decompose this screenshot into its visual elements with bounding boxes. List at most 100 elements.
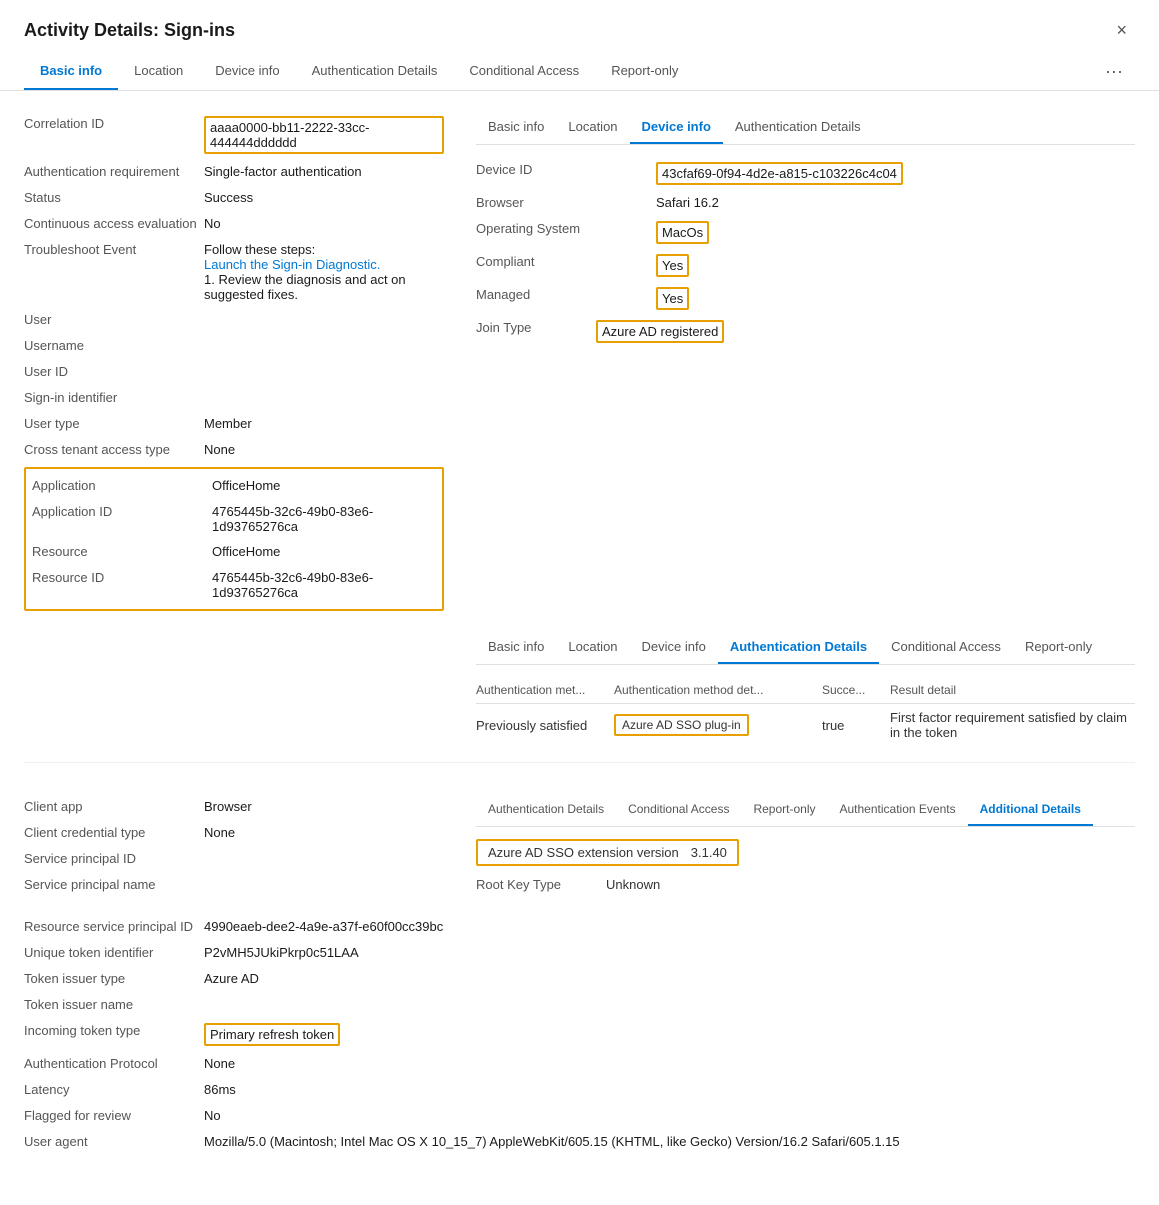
auth-tab-device[interactable]: Device info (630, 631, 718, 664)
auth-tab-report[interactable]: Report-only (1013, 631, 1104, 664)
row-auth-requirement: Authentication requirement Single-factor… (24, 159, 444, 185)
more-options[interactable]: ··· (1093, 53, 1135, 90)
auth-tab-conditional[interactable]: Conditional Access (879, 631, 1013, 664)
row-client-app: Client app Browser (24, 794, 444, 820)
cell-success: true (822, 718, 882, 733)
value-latency: 86ms (204, 1082, 1135, 1097)
row-os: Operating System MacOs (476, 216, 1135, 249)
value-auth-requirement: Single-factor authentication (204, 164, 444, 179)
close-button[interactable]: × (1108, 16, 1135, 45)
row-resource-id: Resource ID 4765445b-32c6-49b0-83e6-1d93… (32, 565, 436, 605)
value-token-issuer-type: Azure AD (204, 971, 1135, 986)
bottom-content: Client app Browser Client credential typ… (0, 778, 1159, 914)
left-panel-top: Correlation ID aaaa0000-bb11-2222-33cc-4… (24, 111, 444, 611)
value-browser: Safari 16.2 (656, 195, 1135, 210)
device-tab-auth[interactable]: Authentication Details (723, 111, 873, 144)
device-tab-basic[interactable]: Basic info (476, 111, 556, 144)
modal-header: Activity Details: Sign-ins × (0, 0, 1159, 53)
row-client-credential: Client credential type None (24, 820, 444, 846)
row-user-type: User type Member (24, 411, 444, 437)
row-token-issuer-type: Token issuer type Azure AD (24, 966, 1135, 992)
row-status: Status Success (24, 185, 444, 211)
tab-conditional-access[interactable]: Conditional Access (453, 53, 595, 90)
row-application-id: Application ID 4765445b-32c6-49b0-83e6-1… (32, 499, 436, 539)
sso-version-box: Azure AD SSO extension version 3.1.40 (476, 839, 739, 866)
label-cross-tenant: Cross tenant access type (24, 442, 204, 457)
label-compliant: Compliant (476, 254, 656, 269)
tab-location[interactable]: Location (118, 53, 199, 90)
azure-sso-badge: Azure AD SSO plug-in (614, 714, 749, 736)
add-tab-additional-details[interactable]: Additional Details (968, 794, 1093, 826)
row-managed: Managed Yes (476, 282, 1135, 315)
auth-right-panel: Basic info Location Device info Authenti… (476, 631, 1135, 746)
value-auth-protocol: None (204, 1056, 1135, 1071)
label-signin-identifier: Sign-in identifier (24, 390, 204, 405)
add-tab-auth-details[interactable]: Authentication Details (476, 794, 616, 826)
add-tab-report[interactable]: Report-only (741, 794, 827, 826)
cell-result: First factor requirement satisfied by cl… (890, 710, 1135, 740)
right-panel-top: Basic info Location Device info Authenti… (476, 111, 1135, 611)
row-application: Application OfficeHome (32, 473, 436, 499)
sign-in-diagnostic-link[interactable]: Launch the Sign-in Diagnostic. (204, 257, 380, 272)
label-device-id: Device ID (476, 162, 656, 177)
sso-version-label: Azure AD SSO extension version (488, 845, 679, 860)
value-user-type: Member (204, 416, 444, 431)
managed-box: Yes (656, 287, 689, 310)
incoming-token-box: Primary refresh token (204, 1023, 340, 1046)
row-user: User (24, 307, 444, 333)
label-client-credential: Client credential type (24, 825, 204, 840)
label-application-id: Application ID (32, 504, 212, 519)
value-root-key: Unknown (606, 877, 660, 892)
value-managed: Yes (656, 287, 1135, 310)
row-resource-sp-id: Resource service principal ID 4990eaeb-d… (24, 914, 1135, 940)
tab-basic-info[interactable]: Basic info (24, 53, 118, 90)
value-cae: No (204, 216, 444, 231)
row-device-id: Device ID 43cfaf69-0f94-4d2e-a815-c10322… (476, 157, 1135, 190)
row-resource: Resource OfficeHome (32, 539, 436, 565)
tab-report-only[interactable]: Report-only (595, 53, 694, 90)
label-correlation-id: Correlation ID (24, 116, 204, 131)
tab-device-info[interactable]: Device info (199, 53, 295, 90)
col-header-auth-method: Authentication met... (476, 683, 606, 697)
value-resource-id: 4765445b-32c6-49b0-83e6-1d93765276ca (212, 570, 436, 600)
os-box: MacOs (656, 221, 709, 244)
add-tab-conditional[interactable]: Conditional Access (616, 794, 741, 826)
label-resource-sp-id: Resource service principal ID (24, 919, 204, 934)
label-application: Application (32, 478, 212, 493)
auth-table-header: Authentication met... Authentication met… (476, 677, 1135, 704)
device-tab-device[interactable]: Device info (630, 111, 723, 144)
row-cross-tenant: Cross tenant access type None (24, 437, 444, 463)
row-join-type: Join Type Azure AD registered (476, 315, 1135, 348)
label-token-issuer-name: Token issuer name (24, 997, 204, 1012)
auth-tab-auth-details[interactable]: Authentication Details (718, 631, 879, 664)
col-header-result: Result detail (890, 683, 1135, 697)
label-root-key: Root Key Type (476, 877, 606, 892)
auth-tab-basic[interactable]: Basic info (476, 631, 556, 664)
value-resource: OfficeHome (212, 544, 436, 559)
section-divider (24, 762, 1135, 778)
label-managed: Managed (476, 287, 656, 302)
auth-tab-location[interactable]: Location (556, 631, 629, 664)
value-client-app: Browser (204, 799, 444, 814)
row-token-issuer-name: Token issuer name (24, 992, 1135, 1018)
row-latency: Latency 86ms (24, 1077, 1135, 1103)
row-unique-token: Unique token identifier P2vMH5JUkiPkrp0c… (24, 940, 1135, 966)
row-flagged: Flagged for review No (24, 1103, 1135, 1129)
tab-authentication-details[interactable]: Authentication Details (296, 53, 454, 90)
add-tab-auth-events[interactable]: Authentication Events (828, 794, 968, 826)
label-user-type: User type (24, 416, 204, 431)
value-client-credential: None (204, 825, 444, 840)
row-browser: Browser Safari 16.2 (476, 190, 1135, 216)
label-flagged: Flagged for review (24, 1108, 204, 1123)
application-group-box: Application OfficeHome Application ID 47… (24, 467, 444, 611)
row-username: Username (24, 333, 444, 359)
value-flagged: No (204, 1108, 1135, 1123)
device-tab-bar: Basic info Location Device info Authenti… (476, 111, 1135, 145)
troubleshoot-step: 1. Review the diagnosis and act on sugge… (204, 272, 444, 302)
label-auth-requirement: Authentication requirement (24, 164, 204, 179)
label-resource-id: Resource ID (32, 570, 212, 585)
value-application-id: 4765445b-32c6-49b0-83e6-1d93765276ca (212, 504, 436, 534)
label-status: Status (24, 190, 204, 205)
label-join-type: Join Type (476, 320, 596, 335)
device-tab-location[interactable]: Location (556, 111, 629, 144)
